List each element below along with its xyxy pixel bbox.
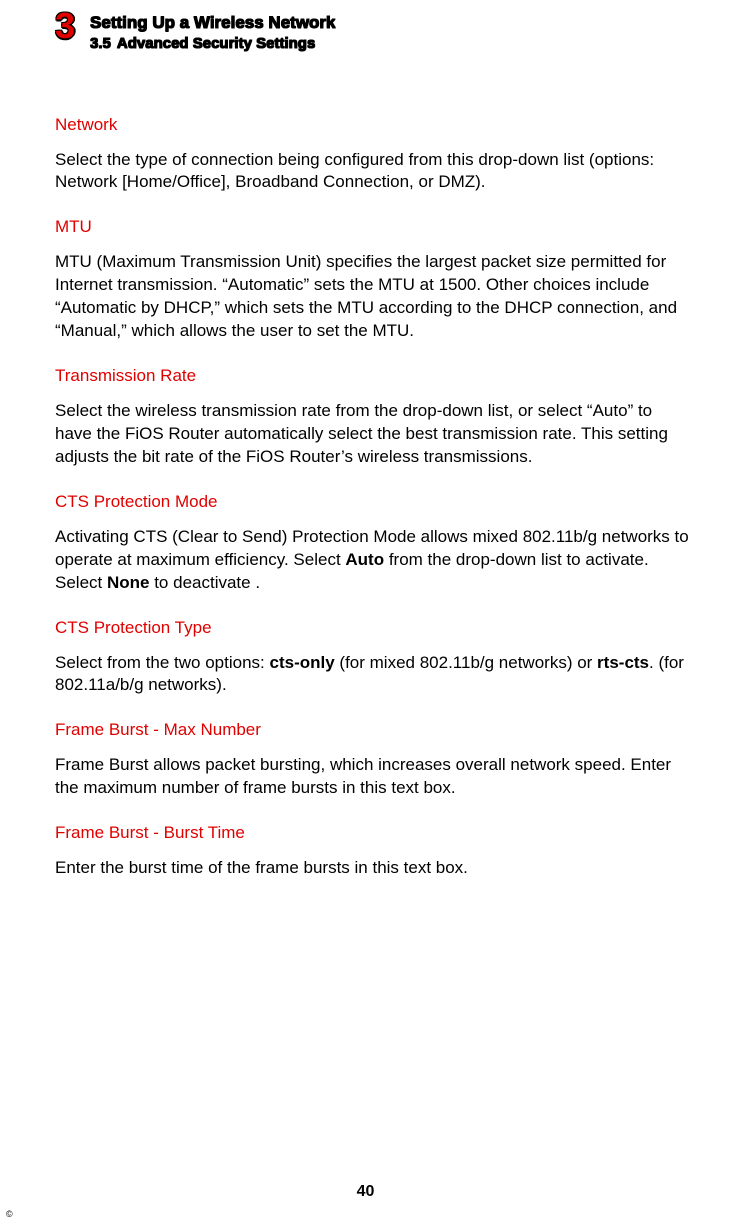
heading-frame-burst-time: Frame Burst - Burst Time <box>55 822 691 845</box>
heading-cts-type: CTS Protection Type <box>55 617 691 640</box>
cts-type-mid: (for mixed 802.11b/g networks) or <box>335 653 597 672</box>
chapter-number: 3 <box>55 8 75 44</box>
heading-cts-mode: CTS Protection Mode <box>55 491 691 514</box>
section-number: 3.5 <box>90 35 111 52</box>
cts-mode-post: to deactivate . <box>149 573 260 592</box>
heading-network: Network <box>55 114 691 137</box>
page-number: 40 <box>0 1183 731 1201</box>
content-body: Network Select the type of connection be… <box>55 114 691 881</box>
cts-type-bold-ctsonly: cts-only <box>270 653 335 672</box>
cts-mode-bold-none: None <box>107 573 150 592</box>
section-title-text: Advanced Security Settings <box>117 35 315 52</box>
cts-mode-bold-auto: Auto <box>345 550 384 569</box>
para-cts-mode: Activating CTS (Clear to Send) Protectio… <box>55 526 691 595</box>
page-header: 3 Setting Up a Wireless Network 3.5 Advan… <box>55 10 691 54</box>
heading-mtu: MTU <box>55 216 691 239</box>
para-cts-type: Select from the two options: cts-only (f… <box>55 652 691 698</box>
copyright-mark: © <box>6 1209 13 1219</box>
para-frame-burst-max: Frame Burst allows packet bursting, whic… <box>55 754 691 800</box>
cts-type-pre: Select from the two options: <box>55 653 270 672</box>
chapter-title: Setting Up a Wireless Network <box>90 12 335 34</box>
heading-transmission-rate: Transmission Rate <box>55 365 691 388</box>
para-network: Select the type of connection being conf… <box>55 149 691 195</box>
para-transmission-rate: Select the wireless transmission rate fr… <box>55 400 691 469</box>
para-mtu: MTU (Maximum Transmission Unit) specifie… <box>55 251 691 343</box>
document-page: 3 Setting Up a Wireless Network 3.5 Advan… <box>0 0 731 1225</box>
para-frame-burst-time: Enter the burst time of the frame bursts… <box>55 857 691 880</box>
heading-frame-burst-max: Frame Burst - Max Number <box>55 719 691 742</box>
header-text-block: Setting Up a Wireless Network 3.5 Advance… <box>90 10 335 54</box>
section-title: 3.5 Advanced Security Settings <box>90 34 335 54</box>
cts-type-bold-rtscts: rts-cts <box>597 653 649 672</box>
